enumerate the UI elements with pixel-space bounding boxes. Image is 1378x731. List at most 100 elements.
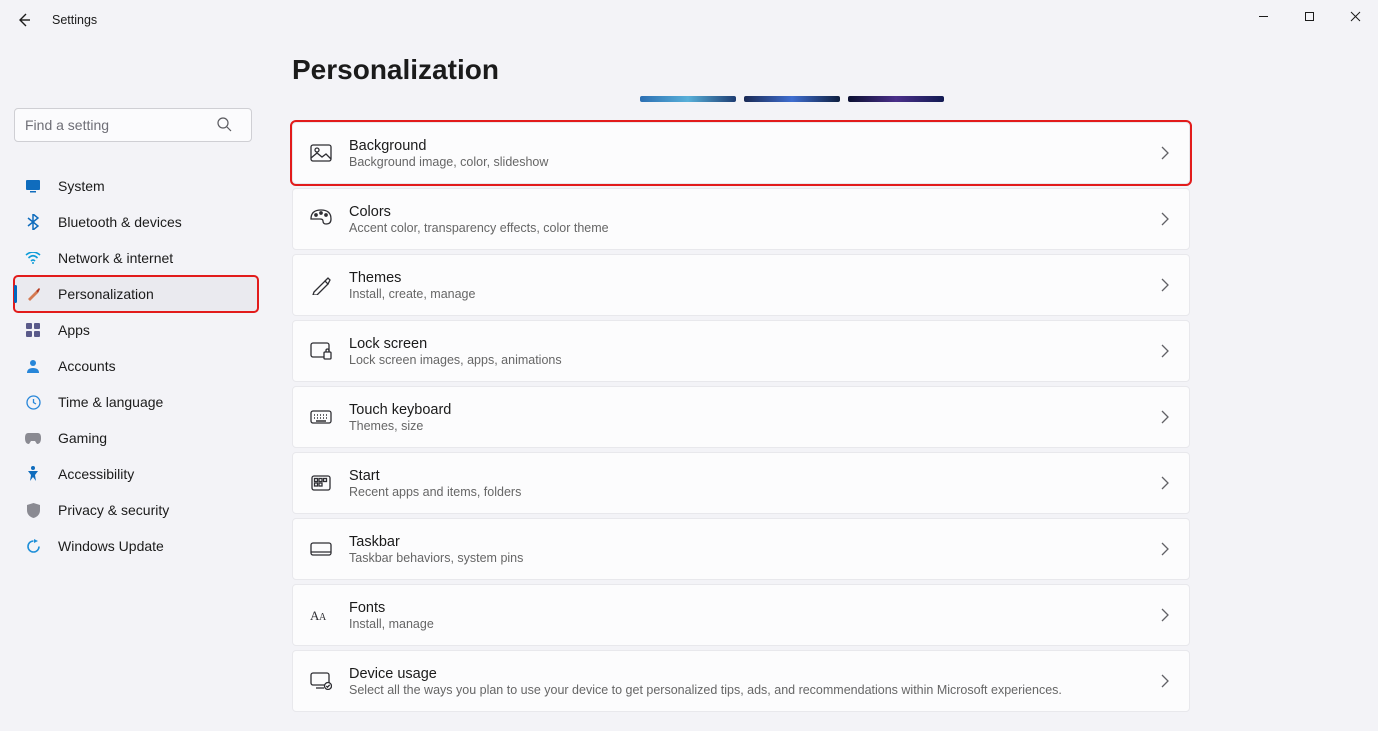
- sidebar-item-windows-update[interactable]: Windows Update: [14, 528, 258, 564]
- card-text: Taskbar Taskbar behaviors, system pins: [349, 534, 523, 565]
- card-title: Start: [349, 468, 521, 484]
- sidebar-item-network[interactable]: Network & internet: [14, 240, 258, 276]
- globe-clock-icon: [24, 395, 42, 410]
- window-controls: [1240, 0, 1378, 32]
- chevron-right-icon: [1161, 542, 1169, 556]
- lock-screen-icon: [309, 339, 333, 363]
- bluetooth-icon: [24, 214, 42, 230]
- sidebar-item-label: Accounts: [58, 358, 116, 374]
- keyboard-icon: [309, 405, 333, 429]
- chevron-right-icon: [1161, 674, 1169, 688]
- search-box[interactable]: [14, 108, 258, 142]
- theme-thumbnail[interactable]: [848, 96, 944, 102]
- card-text: Start Recent apps and items, folders: [349, 468, 521, 499]
- chevron-right-icon: [1161, 410, 1169, 424]
- sidebar-item-label: System: [58, 178, 105, 194]
- chevron-right-icon: [1161, 212, 1169, 226]
- paintbrush-icon: [24, 286, 42, 302]
- accessibility-icon: [24, 466, 42, 482]
- theme-thumbnail[interactable]: [744, 96, 840, 102]
- sidebar-item-label: Apps: [58, 322, 90, 338]
- maximize-button[interactable]: [1286, 0, 1332, 32]
- card-title: Device usage: [349, 666, 1062, 682]
- card-subtitle: Lock screen images, apps, animations: [349, 353, 562, 367]
- card-text: Fonts Install, manage: [349, 600, 434, 631]
- chevron-right-icon: [1161, 146, 1169, 160]
- card-fonts[interactable]: AA Fonts Install, manage: [292, 584, 1190, 646]
- apps-icon: [24, 323, 42, 337]
- start-menu-icon: [309, 471, 333, 495]
- sidebar-item-accessibility[interactable]: Accessibility: [14, 456, 258, 492]
- card-subtitle: Select all the ways you plan to use your…: [349, 683, 1062, 697]
- image-icon: [309, 141, 333, 165]
- card-subtitle: Recent apps and items, folders: [349, 485, 521, 499]
- card-title: Fonts: [349, 600, 434, 616]
- card-touch-keyboard[interactable]: Touch keyboard Themes, size: [292, 386, 1190, 448]
- sidebar-item-label: Accessibility: [58, 466, 134, 482]
- svg-text:A: A: [319, 612, 327, 623]
- palette-icon: [309, 207, 333, 231]
- close-button[interactable]: [1332, 0, 1378, 32]
- chevron-right-icon: [1161, 344, 1169, 358]
- sidebar-item-personalization[interactable]: Personalization: [14, 276, 258, 312]
- card-lock-screen[interactable]: Lock screen Lock screen images, apps, an…: [292, 320, 1190, 382]
- chevron-right-icon: [1161, 608, 1169, 622]
- sidebar-item-label: Network & internet: [58, 250, 173, 266]
- sidebar-item-bluetooth[interactable]: Bluetooth & devices: [14, 204, 258, 240]
- settings-card-list: Background Background image, color, slid…: [292, 122, 1190, 712]
- chevron-right-icon: [1161, 476, 1169, 490]
- card-subtitle: Accent color, transparency effects, colo…: [349, 221, 609, 235]
- card-colors[interactable]: Colors Accent color, transparency effect…: [292, 188, 1190, 250]
- wifi-icon: [24, 252, 42, 264]
- card-subtitle: Install, create, manage: [349, 287, 475, 301]
- card-text: Touch keyboard Themes, size: [349, 402, 451, 433]
- shield-icon: [24, 503, 42, 518]
- search-icon: [216, 116, 232, 132]
- card-title: Lock screen: [349, 336, 562, 352]
- card-title: Themes: [349, 270, 475, 286]
- card-text: Background Background image, color, slid…: [349, 138, 548, 169]
- sidebar-item-accounts[interactable]: Accounts: [14, 348, 258, 384]
- card-text: Lock screen Lock screen images, apps, an…: [349, 336, 562, 367]
- minimize-button[interactable]: [1240, 0, 1286, 32]
- card-subtitle: Background image, color, slideshow: [349, 155, 548, 169]
- sidebar: System Bluetooth & devices Network & int…: [0, 40, 272, 731]
- fonts-icon: AA: [309, 603, 333, 627]
- card-subtitle: Themes, size: [349, 419, 451, 433]
- sidebar-item-label: Gaming: [58, 430, 107, 446]
- card-title: Taskbar: [349, 534, 523, 550]
- sidebar-item-time-language[interactable]: Time & language: [14, 384, 258, 420]
- card-subtitle: Taskbar behaviors, system pins: [349, 551, 523, 565]
- card-subtitle: Install, manage: [349, 617, 434, 631]
- sidebar-item-gaming[interactable]: Gaming: [14, 420, 258, 456]
- sidebar-item-privacy[interactable]: Privacy & security: [14, 492, 258, 528]
- card-text: Device usage Select all the ways you pla…: [349, 666, 1062, 697]
- theme-thumbnail-row: [640, 96, 1378, 102]
- page-title: Personalization: [292, 54, 1378, 86]
- sidebar-item-label: Privacy & security: [58, 502, 169, 518]
- sidebar-item-label: Time & language: [58, 394, 163, 410]
- sidebar-nav: System Bluetooth & devices Network & int…: [14, 168, 258, 564]
- card-taskbar[interactable]: Taskbar Taskbar behaviors, system pins: [292, 518, 1190, 580]
- system-icon: [24, 179, 42, 193]
- sidebar-item-apps[interactable]: Apps: [14, 312, 258, 348]
- main-panel: Personalization Background Background im…: [272, 40, 1378, 731]
- sidebar-item-label: Personalization: [58, 286, 154, 302]
- person-icon: [24, 359, 42, 373]
- theme-thumbnail[interactable]: [640, 96, 736, 102]
- card-title: Colors: [349, 204, 609, 220]
- device-usage-icon: [309, 669, 333, 693]
- sidebar-item-system[interactable]: System: [14, 168, 258, 204]
- back-button[interactable]: [14, 10, 34, 30]
- app-title: Settings: [52, 13, 97, 27]
- card-start[interactable]: Start Recent apps and items, folders: [292, 452, 1190, 514]
- card-device-usage[interactable]: Device usage Select all the ways you pla…: [292, 650, 1190, 712]
- card-themes[interactable]: Themes Install, create, manage: [292, 254, 1190, 316]
- gamepad-icon: [24, 433, 42, 444]
- card-title: Background: [349, 138, 548, 154]
- card-background[interactable]: Background Background image, color, slid…: [292, 122, 1190, 184]
- pen-icon: [309, 273, 333, 297]
- card-title: Touch keyboard: [349, 402, 451, 418]
- taskbar-icon: [309, 537, 333, 561]
- sidebar-item-label: Windows Update: [58, 538, 164, 554]
